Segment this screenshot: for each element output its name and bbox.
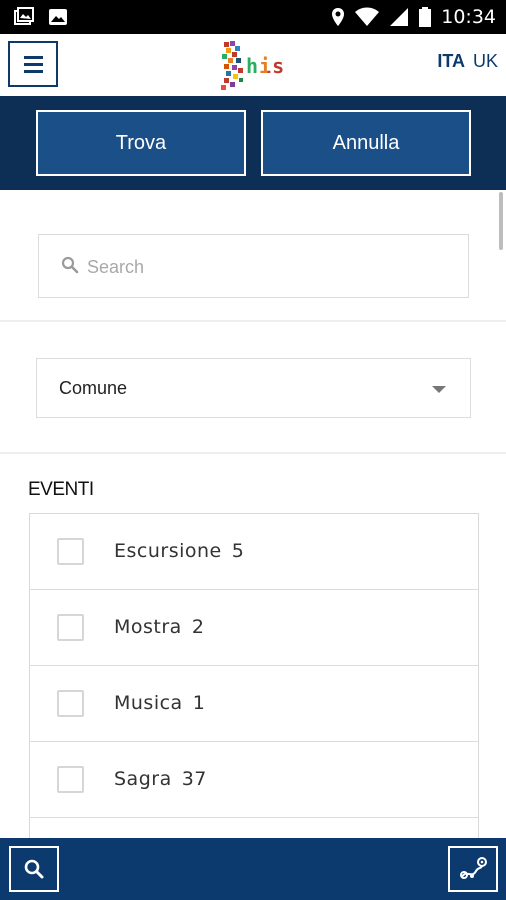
menu-button[interactable] [8, 41, 58, 87]
checkbox[interactable] [57, 614, 84, 641]
route-button[interactable] [448, 846, 498, 892]
system-icons: 10:34 [331, 6, 496, 28]
section-title: EVENTI [28, 479, 94, 500]
chevron-down-icon [432, 386, 446, 393]
divider [0, 452, 506, 454]
language-switch: ITA UK [437, 51, 498, 72]
language-uk[interactable]: UK [473, 51, 498, 72]
divider [0, 320, 506, 322]
list-item[interactable]: Musica 1 [30, 666, 478, 742]
status-bar: 10:34 [0, 0, 506, 34]
search-icon [24, 859, 44, 879]
notification-icons [14, 7, 68, 27]
list-item-label: Escursione 5 [114, 540, 245, 562]
find-button[interactable]: Trova [36, 110, 246, 176]
image-notification-icon [49, 9, 67, 25]
hamburger-line [24, 56, 43, 59]
app-header: his ITA UK [0, 34, 506, 97]
cancel-button[interactable]: Annulla [261, 110, 471, 176]
list-item[interactable]: Sagra 37 [30, 742, 478, 818]
hamburger-line [24, 70, 43, 73]
checkbox[interactable] [57, 690, 84, 717]
list-item-label: Sagra 37 [114, 768, 207, 790]
location-icon [332, 8, 345, 26]
signal-icon [390, 8, 409, 26]
scrollbar[interactable] [499, 192, 503, 250]
language-ita[interactable]: ITA [437, 51, 465, 72]
event-list: Escursione 5 Mostra 2 Musica 1 Sagra 37 [29, 513, 479, 853]
battery-icon [419, 7, 432, 27]
bottom-bar [0, 838, 506, 900]
clock: 10:34 [441, 6, 496, 28]
wifi-icon [355, 7, 380, 26]
search-icon [61, 256, 79, 274]
search-input[interactable]: Search [38, 234, 469, 298]
checkbox[interactable] [57, 538, 84, 565]
list-item[interactable]: Escursione 5 [30, 514, 478, 590]
action-bar: Trova Annulla [0, 96, 506, 190]
comune-select[interactable]: Comune [36, 358, 471, 418]
search-button[interactable] [9, 846, 59, 892]
select-value: Comune [59, 378, 128, 398]
list-item[interactable]: Mostra 2 [30, 590, 478, 666]
list-item-label: Musica 1 [114, 692, 206, 714]
list-item-label: Mostra 2 [114, 616, 205, 638]
gallery-notification-icon [14, 7, 34, 25]
search-placeholder: Search [87, 257, 145, 277]
hamburger-line [24, 63, 43, 66]
logo-text: his [246, 54, 286, 78]
checkbox[interactable] [57, 766, 84, 793]
route-icon [460, 857, 487, 879]
